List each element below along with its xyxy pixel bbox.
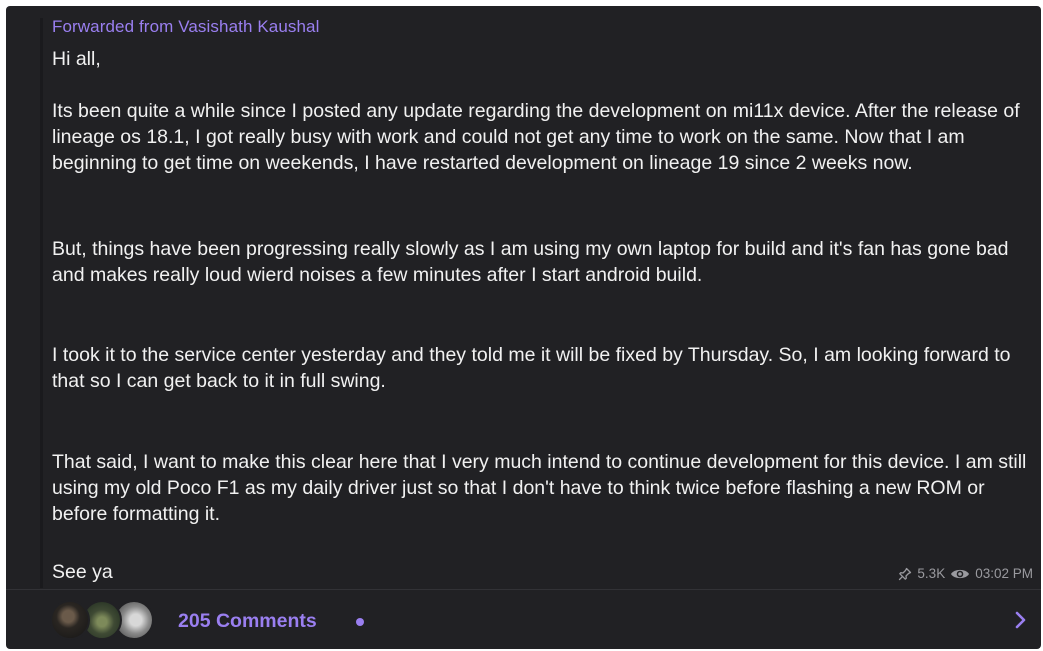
forwarded-from-link[interactable]: Forwarded from Vasishath Kaushal <box>52 17 319 37</box>
message-meta: 5.3K 03:02 PM <box>898 566 1033 581</box>
comments-footer[interactable]: 205 Comments <box>6 590 1041 649</box>
message-paragraph: That said, I want to make this clear her… <box>52 451 1027 525</box>
bubble-edge <box>40 18 43 588</box>
eye-icon <box>950 567 970 581</box>
commenter-avatars <box>50 600 170 640</box>
message-signoff: See ya <box>52 561 113 583</box>
message-greeting: Hi all, <box>52 48 101 70</box>
message-time: 03:02 PM <box>975 566 1033 581</box>
message-bubble: Forwarded from Vasishath Kaushal Hi all,… <box>6 6 1041 649</box>
message-paragraph: But, things have been progressing really… <box>52 238 1009 286</box>
message-paragraph: Its been quite a while since I posted an… <box>52 100 1020 174</box>
comments-count-link[interactable]: 205 Comments <box>178 610 317 633</box>
message-paragraph: I took it to the service center yesterda… <box>52 344 1011 392</box>
unread-dot <box>356 618 364 626</box>
views-count: 5.3K <box>917 566 946 581</box>
chevron-right-icon[interactable] <box>1011 609 1031 631</box>
pin-icon <box>898 567 912 581</box>
avatar <box>50 600 90 640</box>
